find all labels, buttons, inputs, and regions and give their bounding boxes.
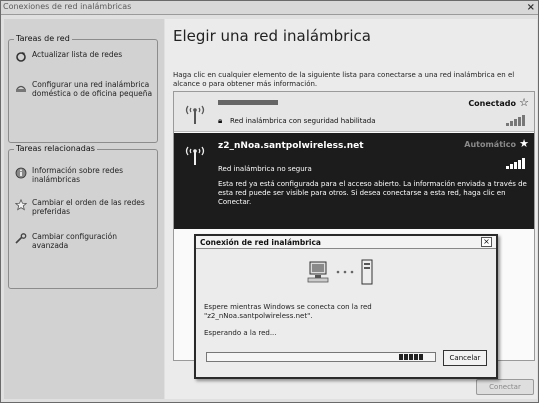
star-icon — [15, 199, 27, 211]
task-advanced-settings[interactable]: Cambiar configuración avanzada — [15, 232, 155, 250]
task-info-label: Información sobre redes inalámbricas — [32, 166, 123, 184]
network-tasks-title: Tareas de red — [14, 34, 72, 43]
connect-button[interactable]: Conectar — [476, 379, 534, 395]
task-change-order[interactable]: Cambiar el orden de las redes preferidas — [15, 198, 155, 216]
task-change-order-label: Cambiar el orden de las redes preferidas — [32, 198, 145, 216]
window-title: Conexiones de red inalámbricas — [3, 2, 132, 11]
wireless-setup-icon — [16, 85, 26, 92]
connection-dialog: Conexión de red inalámbrica × Espere mie… — [194, 234, 498, 379]
signal-strength-icon — [506, 114, 526, 126]
signal-strength-icon — [506, 157, 526, 169]
dialog-title: Conexión de red inalámbrica — [200, 238, 321, 247]
task-refresh-networks[interactable]: Actualizar lista de redes — [15, 50, 155, 63]
settings-icon — [15, 233, 27, 244]
dialog-status: Esperando a la red... — [204, 329, 277, 337]
network-status: Conectado — [468, 99, 516, 108]
page-description: Haga clic en cualquier elemento de la si… — [173, 71, 515, 88]
progress-bar — [206, 352, 436, 362]
progress-block — [414, 354, 418, 360]
network-status: Automático — [464, 140, 516, 149]
progress-block — [419, 354, 423, 360]
network-name: z2_nNoa.santpolwireless.net — [218, 141, 364, 151]
title-bar: Conexiones de red inalámbricas × — [1, 1, 538, 15]
connecting-animation-icon — [307, 259, 373, 285]
dialog-close-button[interactable]: × — [481, 237, 492, 247]
network-security: Red inalámbrica con seguridad habilitada — [230, 117, 376, 125]
wireless-antenna-icon — [185, 146, 205, 165]
cancel-button[interactable]: Cancelar — [443, 350, 487, 366]
task-info-wireless[interactable]: Información sobre redes inalámbricas — [15, 166, 155, 184]
task-pane: Tareas de red Actualizar lista de redes … — [4, 19, 164, 399]
task-setup-network[interactable]: Configurar una red inalámbrica doméstica… — [15, 80, 155, 98]
network-name-hidden — [218, 100, 278, 105]
network-item-selected[interactable]: z2_nNoa.santpolwireless.net Automático ★… — [174, 133, 534, 229]
refresh-icon — [16, 52, 26, 62]
network-tasks-group: Tareas de red Actualizar lista de redes … — [8, 34, 158, 143]
related-tasks-group: Tareas relacionadas Información sobre re… — [8, 144, 158, 289]
wireless-connections-window: Conexiones de red inalámbricas × Tareas … — [0, 0, 539, 403]
network-security: Red inalámbrica no segura — [218, 165, 312, 173]
task-refresh-label: Actualizar lista de redes — [32, 50, 123, 59]
wireless-antenna-icon — [185, 105, 205, 124]
dialog-title-bar: Conexión de red inalámbrica × — [196, 236, 496, 249]
dialog-message: Espere mientras Windows se conecta con l… — [204, 303, 372, 320]
related-tasks-title: Tareas relacionadas — [14, 144, 97, 153]
lock-icon: 🔒︎ — [218, 116, 223, 125]
progress-block — [409, 354, 413, 360]
window-close-button[interactable]: × — [527, 1, 535, 14]
progress-marquee — [399, 354, 423, 360]
info-icon — [15, 167, 27, 179]
task-advanced-label: Cambiar configuración avanzada — [32, 232, 117, 250]
page-title: Elegir una red inalámbrica — [173, 27, 371, 45]
progress-block — [404, 354, 408, 360]
task-setup-label: Configurar una red inalámbrica doméstica… — [32, 80, 153, 98]
preferred-star-icon: ☆ — [519, 96, 529, 109]
network-detail: Esta red ya está configurada para el acc… — [218, 180, 527, 206]
preferred-star-icon: ★ — [519, 137, 529, 150]
network-item-connected[interactable]: Conectado ☆ 🔒︎ Red inalámbrica con segur… — [174, 92, 534, 132]
progress-block — [399, 354, 403, 360]
